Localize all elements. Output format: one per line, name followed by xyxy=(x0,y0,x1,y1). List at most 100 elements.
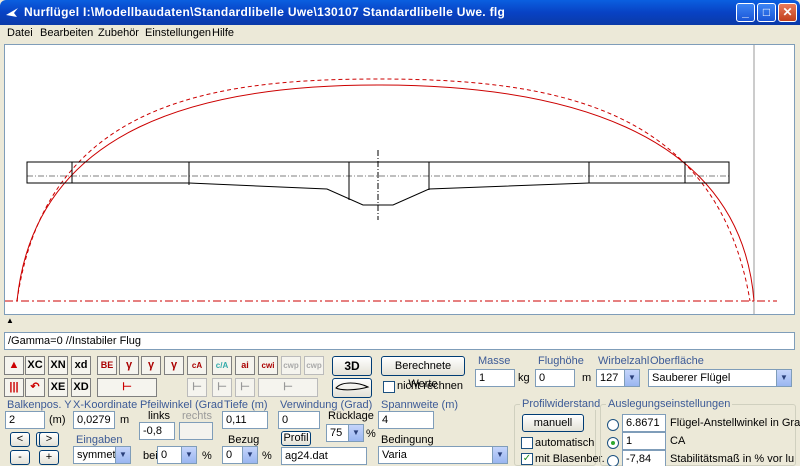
cwi-button[interactable]: cwi xyxy=(258,356,278,375)
profile-view-button[interactable] xyxy=(332,378,372,398)
xc-button[interactable]: XC xyxy=(25,356,45,375)
cwp-button[interactable]: cwp xyxy=(281,356,301,375)
ca-button[interactable]: cA xyxy=(187,356,207,375)
berechnete-werte-button[interactable]: Berechnete Werte xyxy=(381,356,465,390)
cwp-2-button[interactable]: cwp xyxy=(304,356,324,375)
menu-datei[interactable]: Datei xyxy=(7,27,33,39)
chevron-down-icon[interactable]: ▼ xyxy=(348,425,363,441)
automatisch-label: automatisch xyxy=(535,437,595,449)
menu-bar: Datei Bearbeiten Zubehör Einstellungen H… xyxy=(0,25,800,43)
maximize-button[interactable]: □ xyxy=(757,3,776,22)
pfeilwinkel-links-input[interactable]: -0,8 xyxy=(139,422,175,440)
bedingung-select[interactable]: Varia ▼ xyxy=(378,446,508,464)
automatisch-checkbox[interactable] xyxy=(521,437,533,449)
xe-button[interactable]: XE xyxy=(48,378,68,397)
menu-hilfe[interactable]: Hilfe xyxy=(212,27,234,39)
manuell-button[interactable]: manuell xyxy=(522,414,584,432)
balkenpos-prev-button[interactable]: < xyxy=(10,432,30,447)
lift-distribution-curve xyxy=(16,84,755,302)
undo-icon-button[interactable]: ↶ xyxy=(25,378,45,397)
balkenpos-right-button[interactable]: > xyxy=(39,432,59,447)
wirbelzahl-select[interactable]: 127 ▼ xyxy=(596,369,640,387)
bezug-select[interactable]: 0 ▼ xyxy=(222,446,258,464)
close-button[interactable]: ✕ xyxy=(778,3,797,22)
blasen-label: mit Blasenber. xyxy=(535,453,605,465)
menu-bearbeiten[interactable]: Bearbeiten xyxy=(40,27,93,39)
chevron-down-icon[interactable]: ▼ xyxy=(624,370,639,386)
chevron-down-icon[interactable]: ▼ xyxy=(242,447,257,463)
stabilitaet-label: Stabilitätsmaß in % vor lu xyxy=(670,453,795,465)
nicht-rechnen-checkbox[interactable] xyxy=(383,381,395,393)
profilwiderstand-label: Profilwiderstand xyxy=(520,398,603,410)
section-tool-2-button[interactable]: ⊢ xyxy=(212,378,232,397)
c-a-button[interactable]: c/A xyxy=(212,356,232,375)
section-tool-1-button[interactable]: ⊢ xyxy=(187,378,207,397)
anstellwinkel-radio[interactable] xyxy=(607,419,619,431)
chevron-down-icon[interactable]: ▼ xyxy=(492,447,507,463)
menu-einstellungen[interactable]: Einstellungen xyxy=(145,27,211,39)
spannweite-label: Spannweite (m) xyxy=(381,399,459,411)
section-tool-4-button[interactable]: ⊢ xyxy=(258,378,318,397)
bei-select[interactable]: 0 ▼ xyxy=(157,446,197,464)
chevron-down-icon[interactable]: ▼ xyxy=(776,370,791,386)
bei-value: 0 xyxy=(161,449,168,461)
balkenpos-minus-button[interactable]: - xyxy=(10,450,30,465)
view-3d-button[interactable]: 3D xyxy=(332,356,372,376)
gamma-3-button[interactable]: γ xyxy=(164,356,184,375)
ai-button[interactable]: ai xyxy=(235,356,255,375)
section-tool-3-button[interactable]: ⊢ xyxy=(235,378,255,397)
verwindung-input[interactable]: 0 xyxy=(278,411,320,429)
ruecklage-unit: % xyxy=(366,428,376,440)
anstellwinkel-label: Flügel-Anstellwinkel in Grad xyxy=(670,417,800,429)
minimize-button[interactable]: _ xyxy=(736,3,755,22)
anstellwinkel-input[interactable]: 6.8671 xyxy=(622,414,666,432)
flughoehe-input[interactable]: 0 xyxy=(535,369,575,387)
wing-planform-drawing xyxy=(5,45,777,314)
masse-input[interactable]: 1 xyxy=(475,369,515,387)
eingaben-select[interactable]: symmetr ▼ xyxy=(73,446,131,464)
marker-row: ▲ xyxy=(4,316,795,329)
bedingung-label: Bedingung xyxy=(381,434,434,446)
tiefe-input[interactable]: 0,11 xyxy=(222,411,268,429)
flughoehe-label: Flughöhe xyxy=(538,355,584,367)
balkenpos-unit: (m) xyxy=(49,414,66,426)
xd-upper-button[interactable]: XD xyxy=(71,378,91,397)
balkenpos-input[interactable]: 2 xyxy=(5,411,45,429)
ruecklage-value: 75 xyxy=(330,427,343,439)
wing-drawing-canvas[interactable] xyxy=(4,44,795,315)
bedingung-value: Varia xyxy=(382,449,407,461)
bei-unit: % xyxy=(202,450,212,462)
xd-lower-button[interactable]: xd xyxy=(71,356,91,375)
gamma-1-button[interactable]: γ xyxy=(119,356,139,375)
stabilitaet-radio[interactable] xyxy=(607,455,619,466)
menu-zubehoer[interactable]: Zubehör xyxy=(98,27,139,39)
be-button[interactable]: BE xyxy=(97,356,117,375)
eingaben-label: Eingaben xyxy=(76,434,123,446)
wing-icon-button[interactable]: ▲ xyxy=(4,356,24,375)
spannweite-input[interactable]: 4 xyxy=(378,411,434,429)
ca-radio[interactable] xyxy=(607,437,619,449)
chevron-down-icon[interactable]: ▼ xyxy=(181,447,196,463)
ruecklage-select[interactable]: 75 ▼ xyxy=(326,424,364,442)
profil-file-field[interactable]: ag24.dat xyxy=(281,447,367,465)
ruecklage-label: Rücklage xyxy=(328,410,374,422)
balkenpos-label: Balkenpos. Y xyxy=(7,399,72,411)
ca-label: CA xyxy=(670,435,686,447)
oberflaeche-select[interactable]: Sauberer Flügel ▼ xyxy=(648,369,792,387)
status-field[interactable]: /Gamma=0 //Instabiler Flug xyxy=(4,332,795,350)
nicht-rechnen-label: nicht rechnen xyxy=(397,380,464,392)
stabilitaet-input[interactable]: -7,84 xyxy=(622,450,666,466)
ca-input[interactable]: 1 xyxy=(622,432,666,450)
section-select-button[interactable]: ⊢ xyxy=(97,378,157,397)
tiefe-label: Tiefe (m) xyxy=(224,399,268,411)
balkenpos-plus-button[interactable]: + xyxy=(39,450,59,465)
profil-button[interactable]: Profil xyxy=(281,431,311,446)
bars-icon-button[interactable]: ||| xyxy=(4,378,24,397)
pfeilwinkel-rechts-input[interactable] xyxy=(179,422,213,440)
gamma-2-button[interactable]: γ xyxy=(141,356,161,375)
chevron-down-icon[interactable]: ▼ xyxy=(115,447,130,463)
xn-button[interactable]: XN xyxy=(48,356,68,375)
blasen-checkbox[interactable]: ✓ xyxy=(521,453,533,465)
x-koordinate-input[interactable]: 0,0279 xyxy=(73,411,115,429)
window-title: Nurflügel I:\Modellbaudaten\Standardlibe… xyxy=(24,5,506,19)
